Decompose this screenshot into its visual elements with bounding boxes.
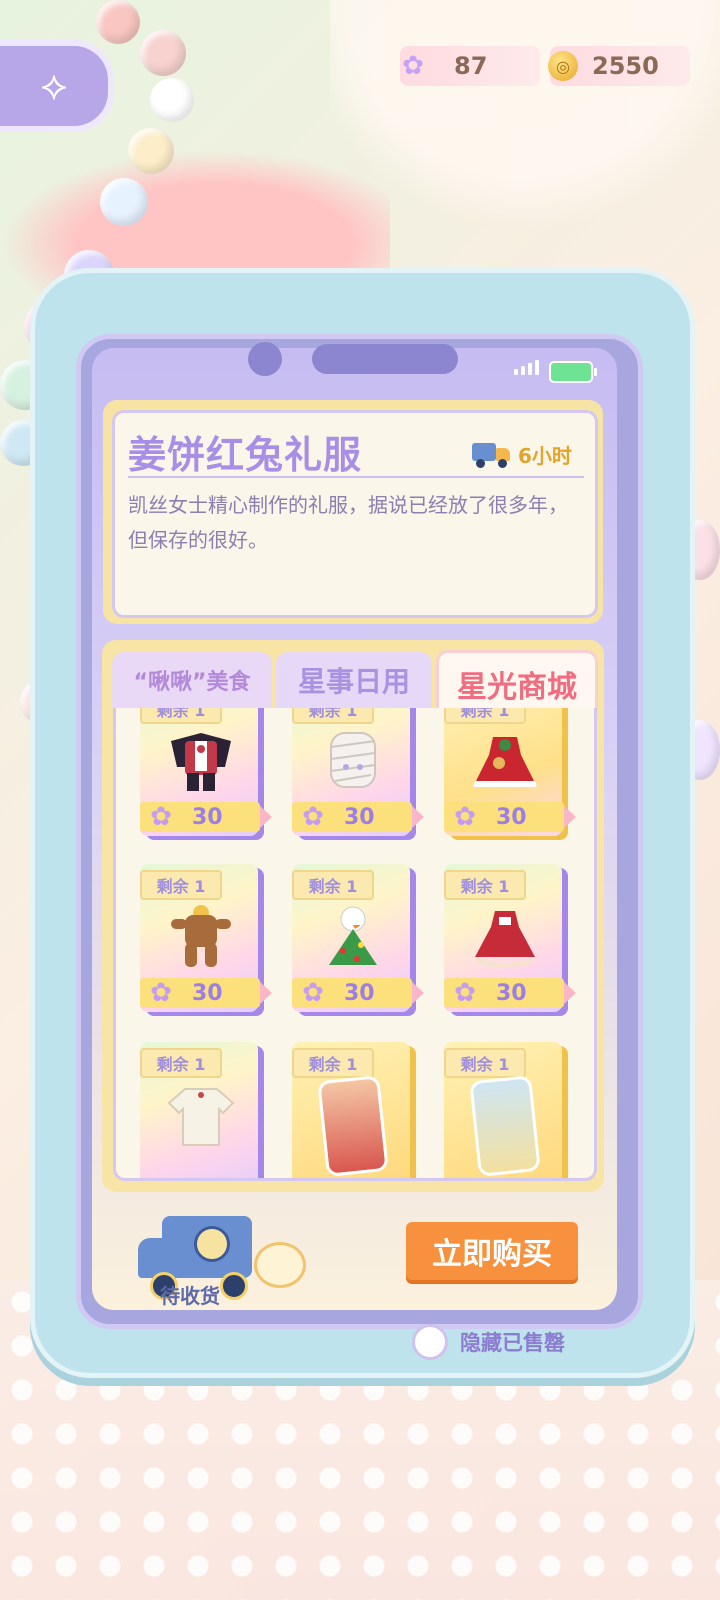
star-currency-counter: ✿ 87 xyxy=(400,46,540,86)
mummy-costume-icon xyxy=(310,726,396,796)
divider xyxy=(128,476,584,478)
price-tag: ✿ 30 xyxy=(292,802,424,832)
coin-currency-value: 2550 xyxy=(592,52,659,80)
tab-starlight-mall[interactable]: 星光商城 xyxy=(436,650,598,715)
rainbow-star-icon: ✿ xyxy=(150,978,172,1008)
price-value: 30 xyxy=(344,980,375,1006)
checkbox-icon[interactable] xyxy=(412,1324,448,1360)
stock-badge: 剩余 1 xyxy=(140,1048,222,1078)
price-tag: ✿ 30 xyxy=(444,802,576,832)
product-card[interactable]: 剩余 1 ✿ 30 xyxy=(292,864,424,1014)
tab-food[interactable]: “啾啾”美食 xyxy=(112,652,272,708)
vampire-costume-icon xyxy=(158,726,244,796)
buy-now-button[interactable]: 立即购买 xyxy=(406,1222,578,1280)
price-value: 30 xyxy=(496,804,527,830)
delivery-time: 6小时 xyxy=(472,440,572,469)
stock-badge: 剩余 1 xyxy=(444,708,526,724)
stock-badge: 剩余 1 xyxy=(292,870,374,900)
stock-badge: 剩余 1 xyxy=(140,870,222,900)
stock-badge: 剩余 1 xyxy=(292,708,374,724)
delivery-truck-icon xyxy=(472,441,512,469)
rainbow-star-icon: ✿ xyxy=(402,51,424,81)
rainbow-star-icon: ✿ xyxy=(454,978,476,1008)
delivery-time-value: 6小时 xyxy=(518,444,572,468)
product-card[interactable]: 剩余 1 xyxy=(140,1042,268,1178)
product-card[interactable]: 剩余 1 ✿ 30 xyxy=(292,708,424,838)
item-title: 姜饼红兔礼服 xyxy=(128,433,363,477)
bead-decoration xyxy=(96,0,140,44)
christmas-dress-icon xyxy=(462,726,548,796)
item-description: 凯丝女士精心制作的礼服，据说已经放了很多年，但保存的很好。 xyxy=(128,493,568,552)
product-card[interactable]: 剩余 1 xyxy=(444,1042,572,1178)
product-card[interactable]: 剩余 1 ✿ 30 xyxy=(444,864,576,1014)
tab-daily-goods[interactable]: 星事日用 xyxy=(276,652,432,708)
bead-decoration xyxy=(150,78,194,122)
price-value: 30 xyxy=(496,980,527,1006)
price-value: 30 xyxy=(344,804,375,830)
red-dress-icon xyxy=(462,902,548,972)
gold-coin-icon: ◎ xyxy=(548,51,578,81)
smoke-puff-icon xyxy=(254,1242,306,1288)
snail-logo-icon xyxy=(194,1226,230,1262)
back-arrow-icon: ⟡ xyxy=(40,63,68,109)
pending-delivery-label: 待收货 xyxy=(160,1284,220,1308)
photo-card-icon xyxy=(317,1075,389,1177)
back-button[interactable]: ⟡ xyxy=(0,40,114,132)
bear-onesie-icon xyxy=(158,902,244,972)
price-tag: ✿ 30 xyxy=(444,978,576,1008)
hide-sold-out-toggle[interactable]: 隐藏已售罄 xyxy=(412,1324,565,1360)
rainbow-star-icon: ✿ xyxy=(150,802,172,832)
hide-sold-out-label: 隐藏已售罄 xyxy=(460,1331,565,1355)
price-tag: ✿ 30 xyxy=(140,978,272,1008)
product-card[interactable]: 剩余 1 ✿ 30 xyxy=(140,708,272,838)
product-grid[interactable]: 剩余 1 ✿ 30 剩余 1 ✿ 30 剩余 1 ✿ 30 剩余 1 ✿ 30 … xyxy=(113,708,597,1181)
star-currency-value: 87 xyxy=(454,52,488,80)
bead-decoration xyxy=(100,178,148,226)
coin-currency-counter: ◎ 2550 xyxy=(548,46,690,86)
stock-badge: 剩余 1 xyxy=(444,870,526,900)
stock-badge: 剩余 1 xyxy=(140,708,222,724)
rainbow-star-icon: ✿ xyxy=(302,978,324,1008)
stock-badge: 剩余 1 xyxy=(444,1048,526,1078)
stock-badge: 剩余 1 xyxy=(292,1048,374,1078)
product-card-selected[interactable]: 剩余 1 ✿ 30 xyxy=(444,708,576,838)
battery-icon xyxy=(549,361,597,383)
bead-decoration xyxy=(140,30,186,76)
price-tag: ✿ 30 xyxy=(140,802,272,832)
price-value: 30 xyxy=(192,980,223,1006)
bead-decoration xyxy=(128,128,174,174)
snowman-costume-icon xyxy=(310,902,396,972)
signal-icon xyxy=(514,360,539,375)
rainbow-star-icon: ✿ xyxy=(302,802,324,832)
product-card[interactable]: 剩余 1 ✿ 30 xyxy=(140,864,272,1014)
rainbow-star-icon: ✿ xyxy=(454,802,476,832)
camera-icon xyxy=(248,342,282,376)
photo-card-icon xyxy=(469,1075,541,1177)
product-card[interactable]: 剩余 1 xyxy=(292,1042,420,1178)
price-value: 30 xyxy=(192,804,223,830)
speaker-notch xyxy=(312,344,458,374)
price-tag: ✿ 30 xyxy=(292,978,424,1008)
white-shirt-icon xyxy=(158,1080,244,1150)
